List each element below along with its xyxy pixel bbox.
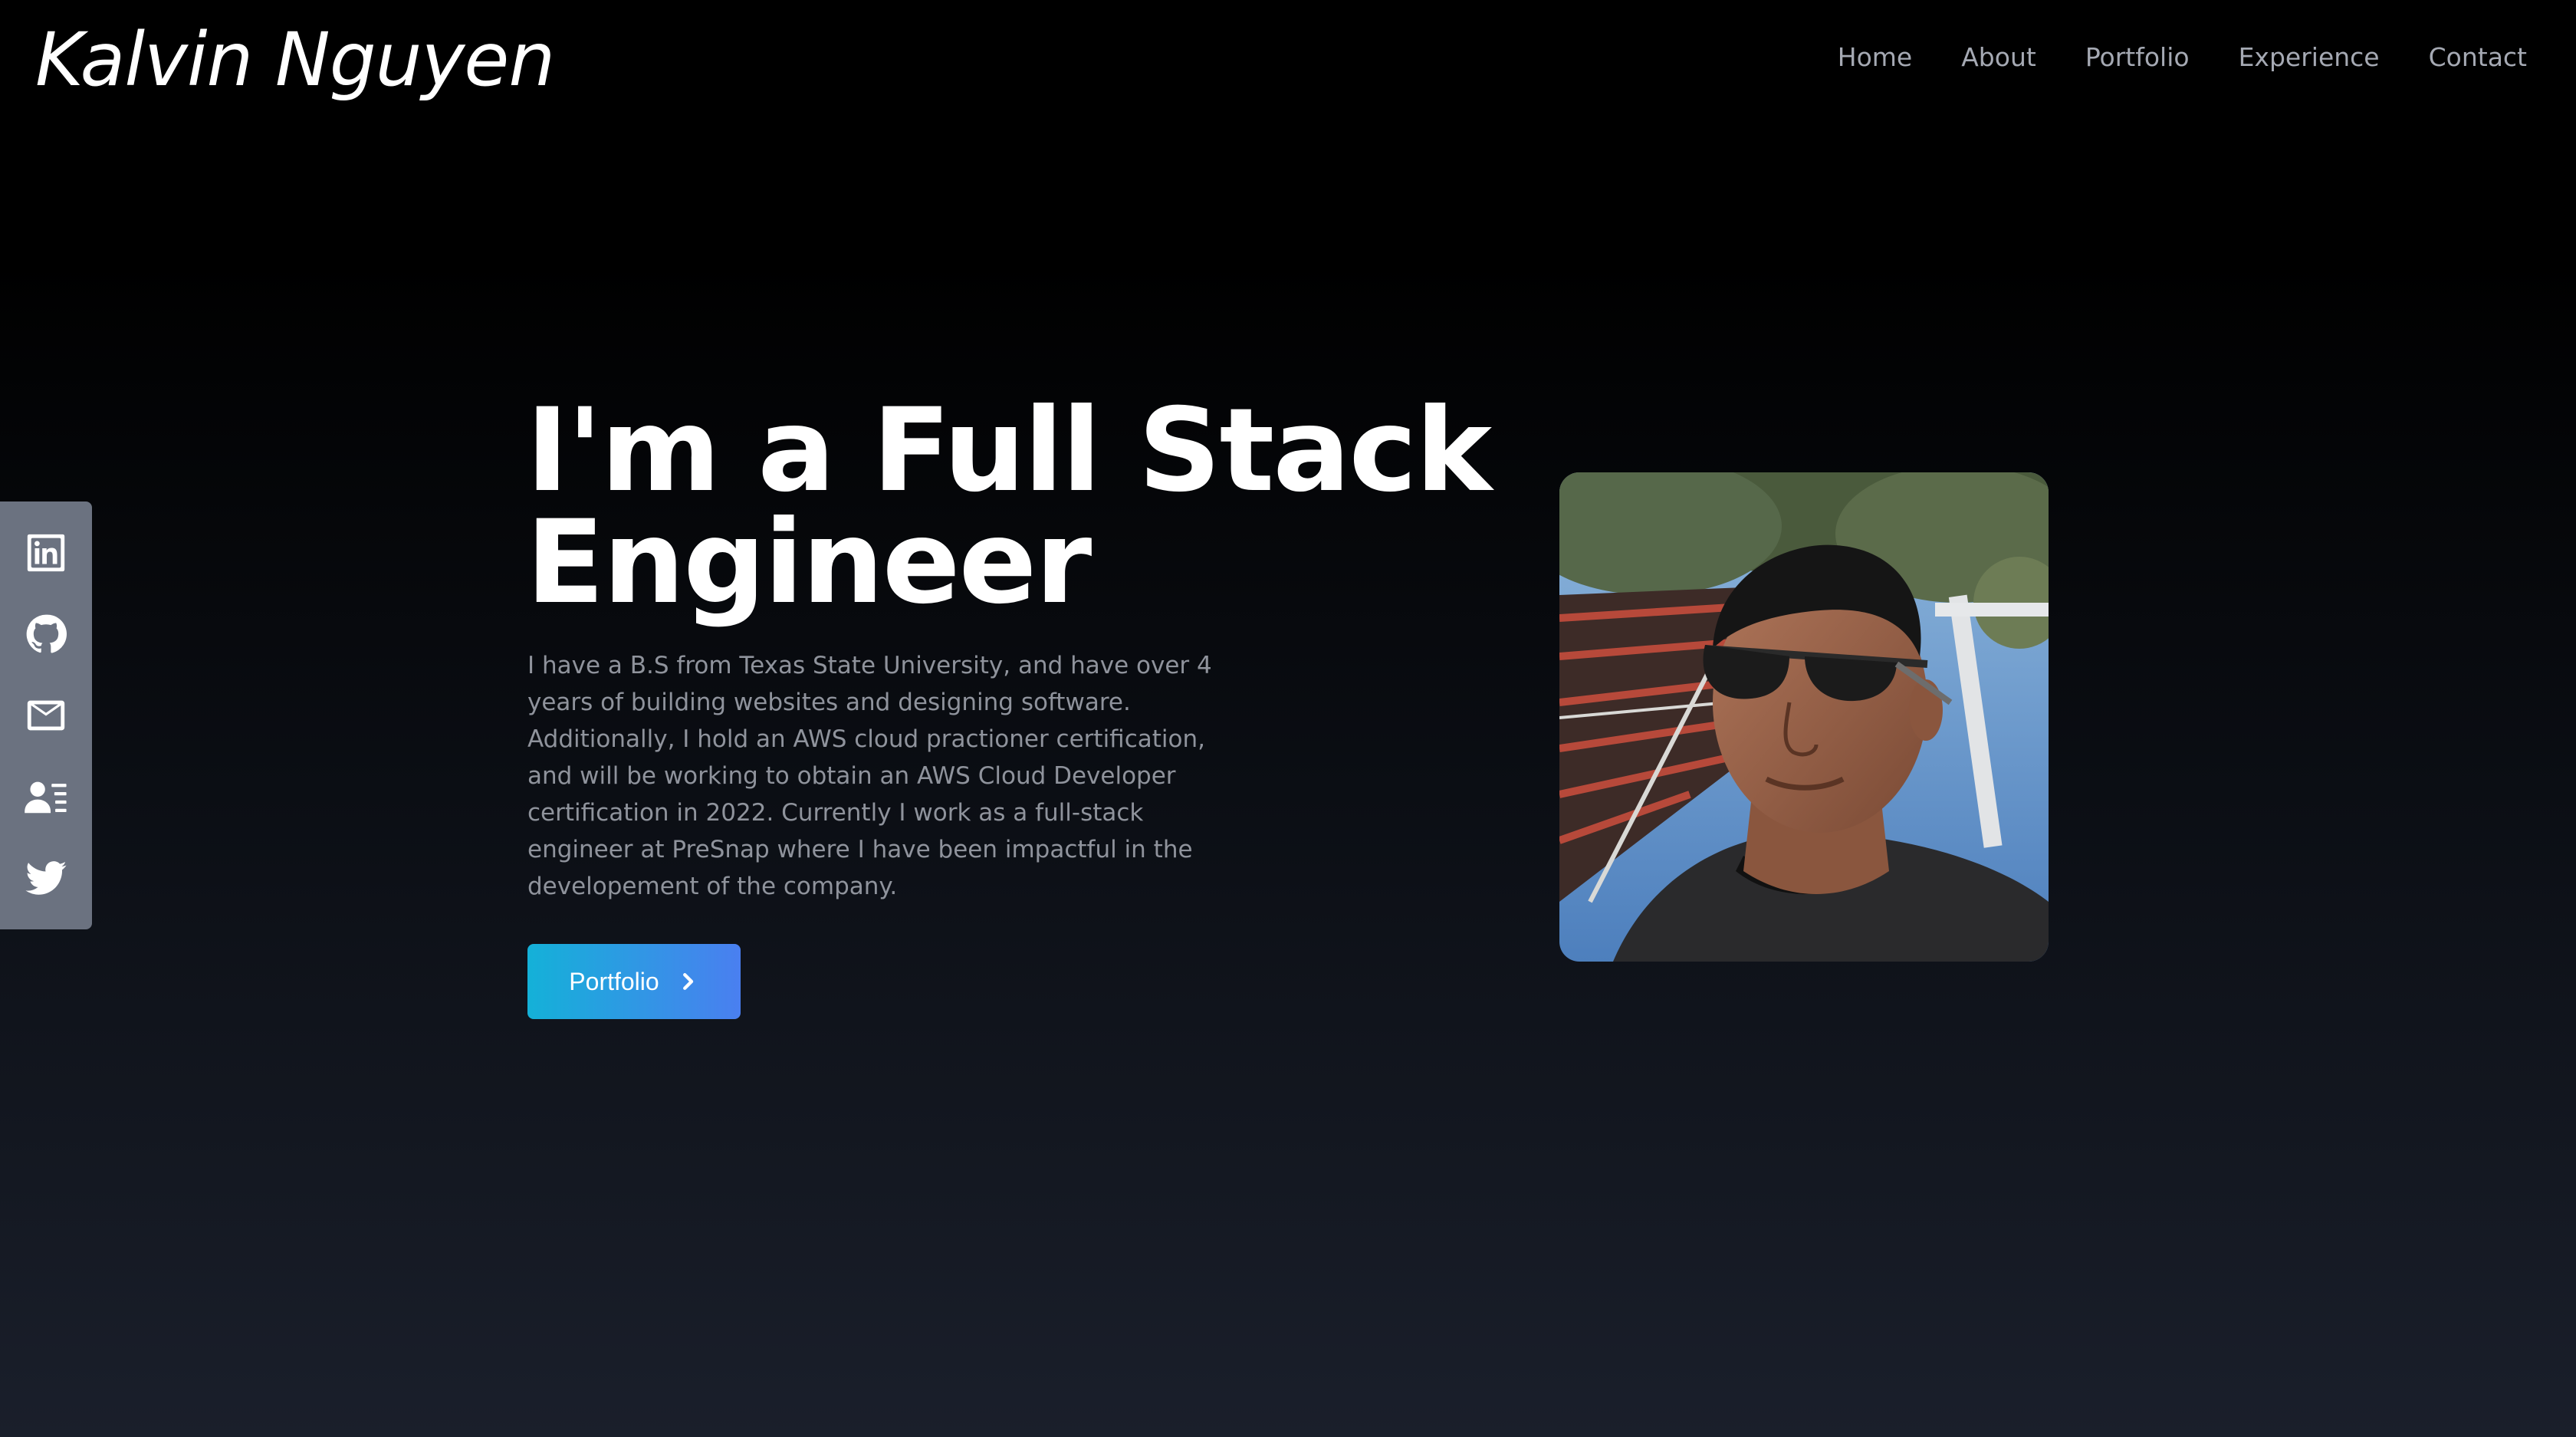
social-sidebar [0, 501, 92, 929]
linkedin-icon [27, 534, 65, 572]
chevron-right-icon [682, 973, 693, 990]
email-link[interactable] [0, 681, 92, 750]
hero-title: I'm a Full Stack Engineer [526, 393, 1523, 620]
profile-photo-image [1559, 472, 2049, 962]
portfolio-button-label: Portfolio [569, 967, 659, 995]
nav-link-about[interactable]: About [1961, 38, 2036, 77]
github-link[interactable] [0, 600, 92, 669]
profile-photo [1559, 472, 2049, 962]
twitter-icon [25, 861, 67, 895]
hero-title-line-2: Engineer [526, 496, 1092, 630]
twitter-link[interactable] [0, 843, 92, 913]
mail-icon [27, 700, 65, 731]
brand-logo[interactable]: Kalvin Nguyen [35, 14, 555, 106]
navbar: Kalvin Nguyen Home About Portfolio Exper… [0, 0, 2576, 123]
hero-description: I have a B.S from Texas State University… [527, 652, 1212, 900]
nav-link-experience[interactable]: Experience [2239, 38, 2380, 77]
linkedin-link[interactable] [0, 518, 92, 587]
nav-link-portfolio[interactable]: Portfolio [2085, 38, 2190, 77]
resume-icon [25, 781, 67, 814]
nav-links: Home About Portfolio Experience Contact [1838, 38, 2527, 77]
nav-link-contact[interactable]: Contact [2429, 38, 2527, 77]
github-icon [26, 614, 67, 653]
resume-link[interactable] [0, 762, 92, 831]
nav-link-home[interactable]: Home [1838, 38, 1912, 77]
portfolio-button[interactable]: Portfolio [527, 944, 741, 1019]
